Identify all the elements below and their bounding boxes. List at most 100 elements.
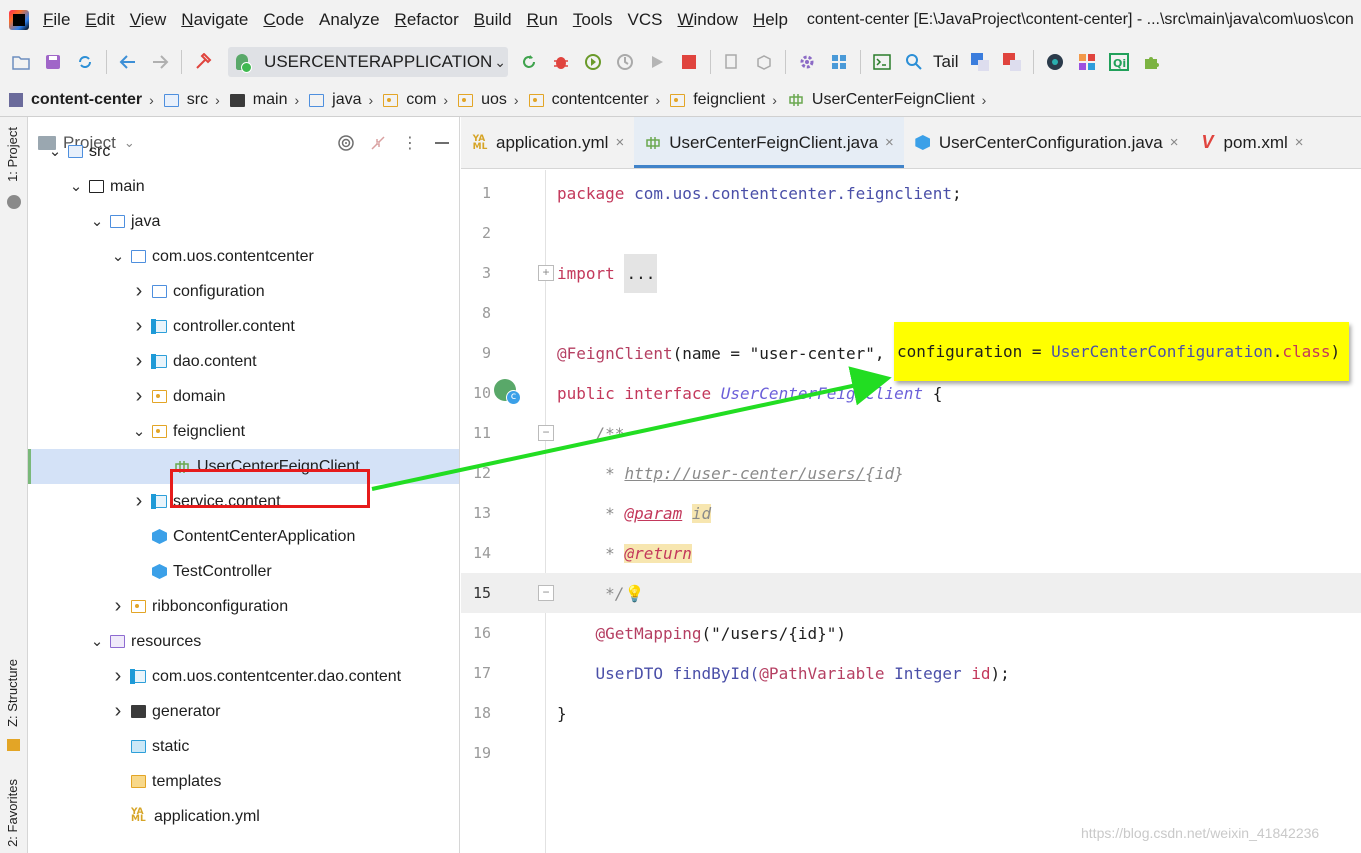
plugins-grid-icon[interactable] — [1076, 51, 1098, 73]
settings-gear-icon[interactable] — [796, 51, 818, 73]
menu-item[interactable]: File — [43, 10, 70, 30]
breadcrumb-item[interactable]: main — [229, 91, 287, 109]
translate-icon[interactable] — [969, 51, 991, 73]
chevron-down-icon[interactable]: ⌄ — [90, 214, 104, 229]
close-icon[interactable]: × — [885, 134, 894, 151]
build-hammer-icon[interactable] — [192, 51, 214, 73]
chevron-right-icon[interactable]: › — [132, 280, 146, 303]
code-line[interactable]: 15 */💡 − — [461, 573, 1361, 613]
project-tool-tab[interactable]: 1: Project — [5, 127, 20, 182]
tree-node[interactable]: UserCenterFeignClient — [28, 449, 459, 484]
menu-item[interactable]: Analyze — [319, 10, 379, 30]
structure-tool-tab[interactable]: Z: Structure — [5, 659, 20, 727]
breadcrumb-item[interactable]: contentcenter — [528, 91, 649, 109]
code-line[interactable]: 3 import ... + — [461, 253, 1361, 293]
chevron-right-icon[interactable]: › — [111, 595, 125, 618]
menu-item[interactable]: Window — [677, 10, 737, 30]
tree-node[interactable]: › ribbonconfiguration — [28, 589, 459, 624]
tree-node[interactable]: › com.uos.contentcenter.dao.content — [28, 659, 459, 694]
forward-arrow-icon[interactable] — [149, 51, 171, 73]
breadcrumb-item[interactable]: com — [383, 91, 436, 109]
chevron-down-icon[interactable]: ⌄ — [69, 179, 83, 194]
chevron-right-icon[interactable]: › — [111, 665, 125, 688]
project-structure-icon[interactable] — [828, 51, 850, 73]
code-line[interactable]: 1 package com.uos.contentcenter.feignclie… — [461, 173, 1361, 213]
tree-node[interactable]: › domain — [28, 379, 459, 414]
code-line[interactable]: 12 * http://user-center/users/{id} — [461, 453, 1361, 493]
breadcrumb-item[interactable]: java — [309, 91, 362, 109]
breadcrumb-item[interactable]: content-center — [9, 91, 142, 109]
debug-bug-icon[interactable] — [550, 51, 572, 73]
code-line[interactable]: 18} — [461, 693, 1361, 733]
open-folder-icon[interactable] — [10, 51, 32, 73]
code-line[interactable]: 19 — [461, 733, 1361, 773]
code-line[interactable]: 16 @GetMapping("/users/{id}") — [461, 613, 1361, 653]
editor-tab[interactable]: Vpom.xml × — [1189, 117, 1314, 168]
tree-node[interactable]: ⌄ src — [28, 134, 459, 169]
code-line[interactable]: 13 * @param id — [461, 493, 1361, 533]
tree-node[interactable]: ⌄ feignclient — [28, 414, 459, 449]
terminal-icon[interactable] — [871, 51, 893, 73]
run-coverage-icon[interactable] — [582, 51, 604, 73]
breadcrumb-item[interactable]: UserCenterFeignClient — [787, 91, 975, 109]
chevron-right-icon[interactable]: › — [111, 700, 125, 723]
menu-item[interactable]: Build — [474, 10, 512, 30]
save-icon[interactable] — [42, 51, 64, 73]
tree-node[interactable]: › configuration — [28, 274, 459, 309]
fold-toggle-icon[interactable]: − — [538, 585, 554, 601]
close-icon[interactable]: × — [1170, 134, 1179, 151]
tree-node[interactable]: › service.content — [28, 484, 459, 519]
menu-item[interactable]: Run — [527, 10, 558, 30]
code-line[interactable]: 11 /** − — [461, 413, 1361, 453]
chevron-right-icon[interactable]: › — [132, 350, 146, 373]
record-icon[interactable] — [1044, 51, 1066, 73]
editor-tab[interactable]: UserCenterFeignClient.java × — [634, 117, 904, 168]
tree-node[interactable]: ContentCenterApplication — [28, 519, 459, 554]
tree-node[interactable]: static — [28, 729, 459, 764]
editor-tab[interactable]: UserCenterConfiguration.java × — [904, 117, 1189, 168]
translate-alt-icon[interactable] — [1001, 51, 1023, 73]
sync-icon[interactable] — [74, 51, 96, 73]
fold-toggle-icon[interactable]: + — [538, 265, 554, 281]
tree-node[interactable]: › generator — [28, 694, 459, 729]
close-icon[interactable]: × — [1295, 134, 1304, 151]
profiler-icon[interactable] — [614, 51, 636, 73]
favorites-tool-tab[interactable]: 2: Favorites — [5, 779, 20, 847]
code-line[interactable]: 17 UserDTO findById(@PathVariable Intege… — [461, 653, 1361, 693]
run-configuration-select[interactable]: USERCENTERAPPLICATION ⌄ — [228, 47, 508, 77]
tree-node[interactable]: › dao.content — [28, 344, 459, 379]
tree-node[interactable]: TestController — [28, 554, 459, 589]
plugin-puzzle-icon[interactable] — [1140, 51, 1162, 73]
menu-item[interactable]: Edit — [85, 10, 114, 30]
device-icon[interactable] — [721, 51, 743, 73]
chevron-right-icon[interactable]: › — [132, 385, 146, 408]
tree-node[interactable]: › controller.content — [28, 309, 459, 344]
menu-item[interactable]: Help — [753, 10, 788, 30]
chevron-down-icon[interactable]: ⌄ — [132, 424, 146, 439]
menu-item[interactable]: View — [130, 10, 167, 30]
qi-icon[interactable]: Qi — [1108, 51, 1130, 73]
chevron-right-icon[interactable]: › — [132, 315, 146, 338]
close-icon[interactable]: × — [615, 134, 624, 151]
menu-item[interactable]: Refactor — [395, 10, 459, 30]
code-line[interactable]: 2 — [461, 213, 1361, 253]
fold-toggle-icon[interactable]: − — [538, 425, 554, 441]
chevron-down-icon[interactable]: ⌄ — [90, 634, 104, 649]
spring-bean-gutter-icon[interactable] — [494, 379, 521, 405]
back-arrow-icon[interactable] — [117, 51, 139, 73]
stop-icon[interactable] — [678, 51, 700, 73]
breadcrumb-item[interactable]: feignclient — [670, 91, 765, 109]
tree-node[interactable]: ⌄ resources — [28, 624, 459, 659]
search-icon[interactable] — [903, 51, 925, 73]
menu-item[interactable]: Navigate — [181, 10, 248, 30]
breadcrumb-item[interactable]: src — [163, 91, 208, 109]
chevron-right-icon[interactable]: › — [132, 490, 146, 513]
package-icon[interactable] — [753, 51, 775, 73]
code-editor[interactable]: 1 package com.uos.contentcenter.feignclie… — [461, 170, 1361, 853]
chevron-down-icon[interactable]: ⌄ — [48, 144, 62, 159]
menu-item[interactable]: VCS — [628, 10, 663, 30]
breadcrumb-item[interactable]: uos — [458, 91, 507, 109]
tree-node[interactable]: ⌄ java — [28, 204, 459, 239]
rerun-icon[interactable] — [518, 51, 540, 73]
tree-node[interactable]: ⌄ main — [28, 169, 459, 204]
